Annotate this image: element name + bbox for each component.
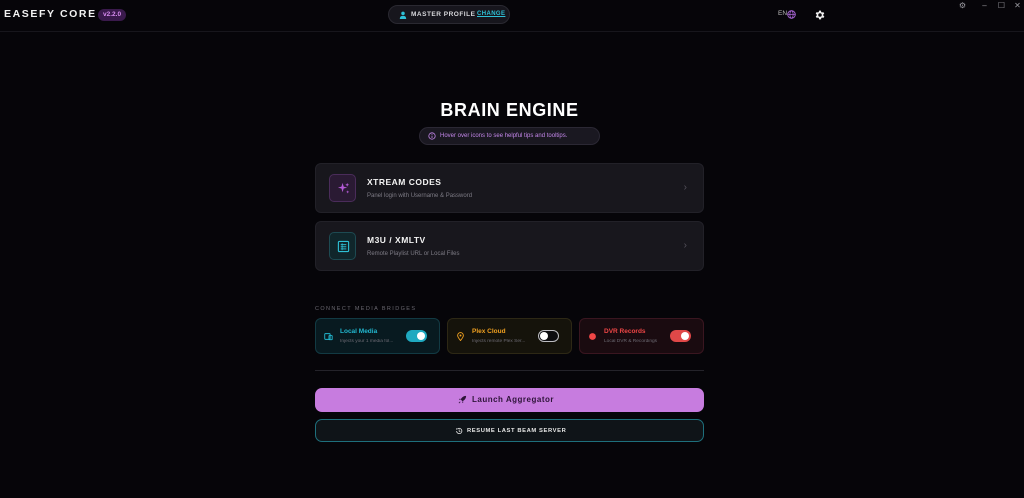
resume-label: RESUME LAST BEAM SERVER: [467, 428, 567, 434]
tooltip-text: Hover over icons to see helpful tips and…: [440, 133, 568, 139]
toggle-knob: [417, 332, 425, 340]
toggle-knob: [681, 332, 689, 340]
chevron-right-icon: ›: [683, 240, 687, 251]
local-media-toggle[interactable]: [406, 330, 427, 342]
launch-aggregator-button[interactable]: Launch Aggregator: [315, 388, 704, 412]
tooltip-hint: Hover over icons to see helpful tips and…: [419, 127, 600, 145]
history-icon: [456, 427, 463, 435]
sparkles-icon: [337, 182, 350, 194]
location-pin-icon: [457, 332, 464, 341]
maximize-icon[interactable]: ☐: [996, 1, 1007, 10]
app-brand: EASEFY CORE: [4, 8, 97, 20]
chevron-right-icon: ›: [683, 182, 687, 193]
list-icon: [337, 240, 350, 253]
app-header: EASEFY CORE v2.2.0 MASTER PROFILE CHANGE…: [0, 0, 1024, 32]
bridge-name: Local Media: [340, 328, 378, 335]
profile-label: MASTER PROFILE: [411, 11, 476, 18]
window-settings-icon[interactable]: ⚙: [957, 1, 968, 10]
section-divider: [315, 370, 704, 371]
close-icon[interactable]: ✕: [1012, 1, 1023, 10]
user-icon: [399, 11, 407, 19]
card-title: M3U / XMLTV: [367, 235, 426, 245]
card-icon-box: [329, 174, 356, 202]
version-badge: v2.2.0: [98, 9, 127, 21]
card-title: XTREAM CODES: [367, 177, 442, 187]
card-subtitle: Remote Playlist URL or Local Files: [367, 251, 460, 257]
bridge-dvr-records[interactable]: DVR Records Local DVR & Recordings: [579, 318, 704, 354]
launch-label: Launch Aggregator: [472, 395, 554, 404]
bridge-desc: Local DVR & Recordings: [604, 339, 658, 344]
globe-icon[interactable]: [787, 10, 796, 19]
page-title: BRAIN ENGINE: [440, 100, 579, 120]
record-dot-icon: [589, 333, 596, 340]
bridge-desc: Injects your 1 media fol...: [340, 339, 394, 344]
bridge-name: DVR Records: [604, 328, 646, 335]
bridge-local-media[interactable]: Local Media Injects your 1 media fol...: [315, 318, 440, 354]
bridge-desc: Injects remote Plex Ser...: [472, 339, 526, 344]
gear-icon[interactable]: [814, 9, 826, 21]
dvr-records-toggle[interactable]: [670, 330, 691, 342]
info-icon: [428, 132, 436, 140]
card-subtitle: Panel login with Username & Password: [367, 193, 473, 199]
minimize-icon[interactable]: –: [979, 1, 990, 10]
language-label[interactable]: EN: [778, 10, 787, 17]
card-icon-box: [329, 232, 356, 260]
media-folder-icon: [324, 333, 333, 341]
rocket-icon: [458, 395, 467, 404]
change-profile-link[interactable]: CHANGE: [477, 11, 505, 17]
xtream-codes-card[interactable]: XTREAM CODES Panel login with Username &…: [315, 163, 704, 213]
master-profile-pill: MASTER PROFILE CHANGE: [388, 5, 510, 24]
bridges-section-label: CONNECT MEDIA BRIDGES: [315, 306, 417, 312]
bridge-name: Plex Cloud: [472, 328, 506, 335]
toggle-knob: [540, 332, 548, 340]
m3u-xmltv-card[interactable]: M3U / XMLTV Remote Playlist URL or Local…: [315, 221, 704, 271]
plex-cloud-toggle[interactable]: [538, 330, 559, 342]
bridge-plex-cloud[interactable]: Plex Cloud Injects remote Plex Ser...: [447, 318, 572, 354]
resume-beam-server-button[interactable]: RESUME LAST BEAM SERVER: [315, 419, 704, 442]
